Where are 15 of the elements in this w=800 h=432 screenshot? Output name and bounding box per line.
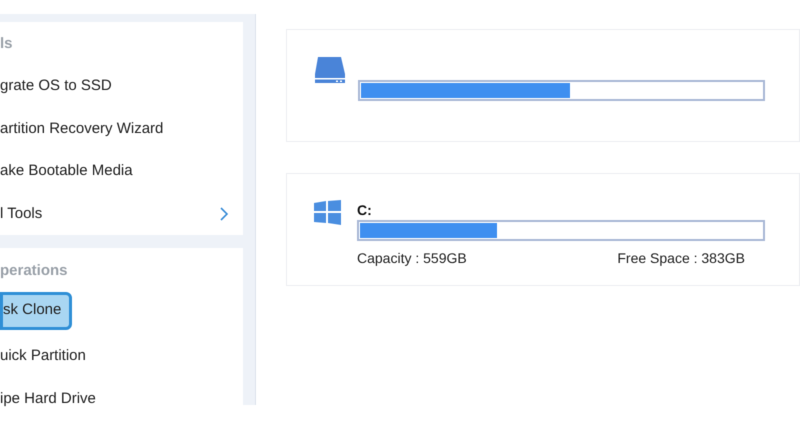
hard-drive-icon — [314, 57, 346, 84]
capacity-text: Capacity : 559GB — [357, 249, 467, 268]
chevron-right-icon — [220, 206, 229, 221]
sidebar-item[interactable]: sk Clone — [0, 292, 72, 330]
sidebar-item[interactable]: artition Recovery Wizard — [0, 110, 243, 148]
drive-label: C: — [357, 201, 373, 220]
section-title: ls — [0, 34, 14, 54]
sidebar-item[interactable]: l Tools — [0, 194, 243, 233]
sidebar-item[interactable]: ake Bootable Media — [0, 152, 243, 190]
sidebar-item[interactable]: ipe Hard Drive — [0, 380, 243, 418]
windows-logo-icon — [314, 200, 341, 225]
sidebar-item[interactable]: grate OS to SSD — [0, 68, 243, 106]
section-title: perations — [0, 260, 69, 281]
sidebar-item[interactable]: uick Partition — [0, 338, 243, 376]
free-space-text: Free Space : 383GB — [617, 249, 745, 268]
